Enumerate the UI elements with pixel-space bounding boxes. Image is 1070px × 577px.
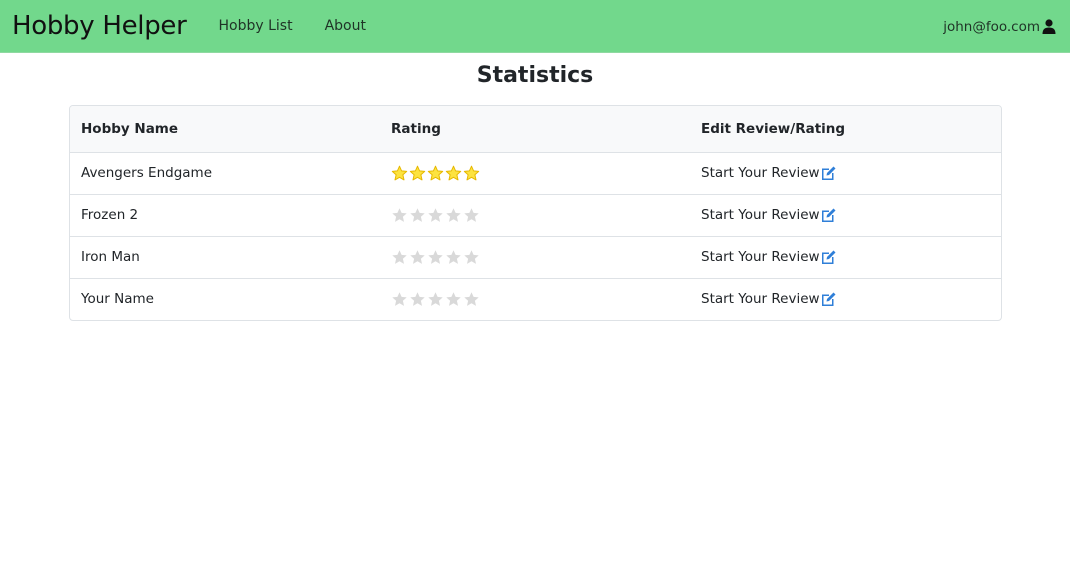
edit-icon[interactable] [820, 207, 837, 223]
star-empty-icon[interactable] [463, 291, 480, 308]
user-icon [1042, 19, 1056, 34]
page-title: Statistics [476, 63, 594, 88]
start-review-link[interactable]: Start Your Review [701, 165, 837, 181]
header-edit-review: Edit Review/Rating [690, 106, 1001, 153]
edit-review-cell: Start Your Review [690, 152, 1001, 194]
hobby-name-cell: Your Name [81, 291, 154, 308]
star-empty-icon[interactable] [409, 291, 426, 308]
star-empty-icon[interactable] [427, 291, 444, 308]
star-empty-icon[interactable] [427, 249, 444, 266]
top-navbar: Hobby Helper Hobby List About john@foo.c… [0, 0, 1070, 53]
star-empty-icon[interactable] [391, 291, 408, 308]
nav-link-hobby-list[interactable]: Hobby List [218, 18, 292, 34]
star-filled-icon[interactable] [409, 165, 426, 182]
hobby-name-cell: Avengers Endgame [81, 165, 212, 181]
table-header-row: Hobby Name Rating Edit Review/Rating [70, 106, 1001, 153]
start-review-label: Start Your Review [701, 291, 820, 308]
star-empty-icon[interactable] [409, 207, 426, 224]
hobby-name-cell: Frozen 2 [81, 207, 139, 223]
rating-cell [380, 278, 690, 320]
start-review-label: Start Your Review [701, 249, 820, 265]
star-filled-icon[interactable] [445, 165, 462, 182]
statistics-table-card: Hobby Name Rating Edit Review/Rating Ave… [69, 105, 1002, 321]
edit-icon[interactable] [820, 291, 837, 307]
star-empty-icon[interactable] [409, 249, 426, 266]
edit-review-cell: Start Your Review [690, 278, 1001, 320]
header-rating: Rating [380, 106, 690, 153]
star-empty-icon[interactable] [391, 207, 408, 224]
start-review-link[interactable]: Start Your Review [701, 249, 837, 265]
star-rating[interactable] [391, 207, 480, 224]
star-empty-icon[interactable] [445, 207, 462, 224]
edit-review-cell: Start Your Review [690, 194, 1001, 236]
header-hobby-name: Hobby Name [70, 106, 380, 153]
star-rating[interactable] [391, 249, 480, 266]
edit-icon[interactable] [820, 165, 837, 181]
nav-link-about[interactable]: About [325, 18, 366, 34]
star-filled-icon[interactable] [391, 165, 408, 182]
star-empty-icon[interactable] [445, 249, 462, 266]
edit-review-cell: Start Your Review [690, 236, 1001, 278]
star-empty-icon[interactable] [463, 207, 480, 224]
user-email: john@foo.com [943, 18, 1040, 35]
table-row: Avengers Endgame Start Your Review [70, 152, 1001, 194]
edit-icon[interactable] [820, 249, 837, 265]
star-filled-icon[interactable] [463, 165, 480, 182]
start-review-link[interactable]: Start Your Review [701, 291, 837, 307]
rating-cell [380, 152, 690, 194]
star-filled-icon[interactable] [427, 165, 444, 182]
star-empty-icon[interactable] [391, 249, 408, 266]
start-review-label: Start Your Review [701, 207, 820, 223]
table-row: Your Name Start Your Review [70, 278, 1001, 320]
start-review-label: Start Your Review [701, 165, 820, 181]
star-empty-icon[interactable] [427, 207, 444, 224]
statistics-table: Hobby Name Rating Edit Review/Rating Ave… [70, 106, 1001, 320]
user-menu[interactable]: john@foo.com [943, 0, 1056, 53]
table-row: Iron Man Start Your Review [70, 236, 1001, 278]
start-review-link[interactable]: Start Your Review [701, 207, 837, 223]
star-empty-icon[interactable] [445, 291, 462, 308]
hobby-name-cell: Iron Man [81, 249, 140, 265]
rating-cell [380, 194, 690, 236]
rating-cell [380, 236, 690, 278]
table-row: Frozen 2 Start Your Review [70, 194, 1001, 236]
star-empty-icon[interactable] [463, 249, 480, 266]
star-rating[interactable] [391, 165, 480, 182]
brand-title[interactable]: Hobby Helper [12, 11, 187, 41]
star-rating[interactable] [391, 291, 480, 308]
